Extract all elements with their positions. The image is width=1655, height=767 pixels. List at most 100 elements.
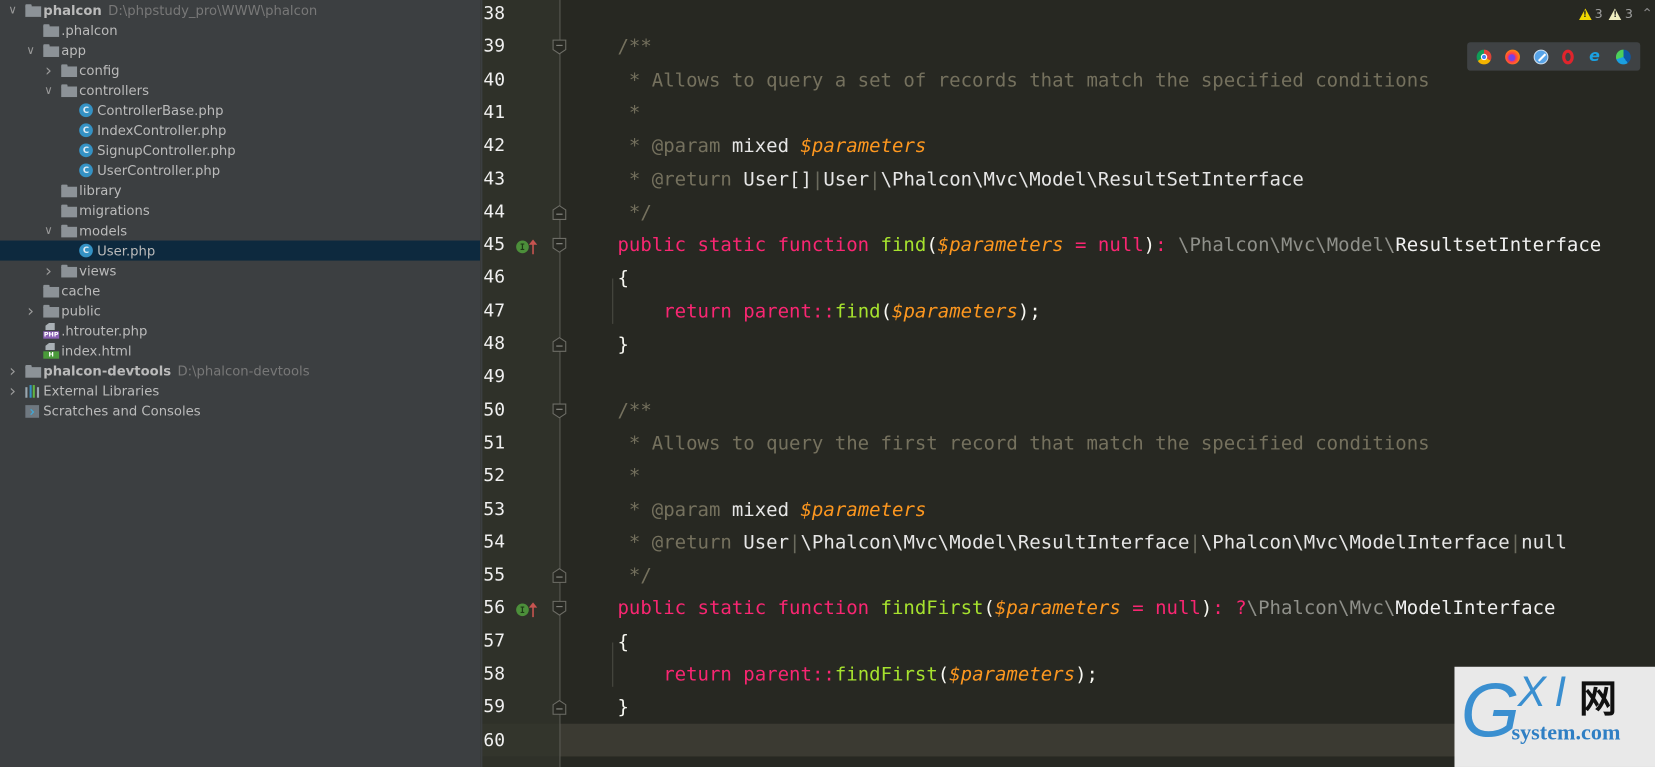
tree-item-label: public xyxy=(61,301,101,321)
safari-icon[interactable] xyxy=(1533,49,1549,64)
tree-item[interactable]: ∨ models xyxy=(0,220,480,240)
chevron-right-icon[interactable]: › xyxy=(6,361,19,381)
tree-item[interactable]: ∨ phalcon D:\phpstudy_pro\WWW\phalcon xyxy=(0,0,480,20)
fold-end-icon[interactable] xyxy=(552,700,567,716)
code-token: find xyxy=(880,234,927,257)
warnings-indicator[interactable]: 3 xyxy=(1578,6,1603,21)
tree-item[interactable]: Scratches and Consoles xyxy=(0,401,480,421)
tree-item[interactable]: ∨ controllers xyxy=(0,80,480,100)
ie-icon[interactable]: e xyxy=(1587,47,1602,64)
code-token: find xyxy=(834,300,881,323)
code-token: : xyxy=(1155,234,1179,257)
tree-item[interactable]: C IndexController.php xyxy=(0,120,480,140)
code-token: = xyxy=(1063,234,1098,257)
code-token: :: xyxy=(811,300,835,323)
tree-item[interactable]: › config xyxy=(0,60,480,80)
code-token: null xyxy=(1155,597,1201,620)
overrides-method-icon[interactable]: I xyxy=(515,602,538,618)
code-line: { xyxy=(617,625,628,658)
chevron-right-icon[interactable]: › xyxy=(42,60,55,80)
folder-icon xyxy=(25,4,42,17)
code-line: * @return User|\Phalcon\Mvc\Model\Result… xyxy=(617,526,1567,559)
fold-end-icon[interactable] xyxy=(552,204,567,220)
fold-end-icon[interactable] xyxy=(552,336,567,353)
chevron-down-icon[interactable]: ∨ xyxy=(6,0,19,20)
tree-item[interactable]: C User.php xyxy=(0,240,481,261)
chevron-right-icon[interactable]: › xyxy=(24,301,37,321)
watermark-logo: G XI 网 system.com xyxy=(1454,666,1655,767)
weak-warnings-indicator[interactable]: 3 xyxy=(1609,6,1633,21)
library-icon xyxy=(25,385,40,398)
warning-icon xyxy=(1578,7,1592,20)
tree-item[interactable]: ∨ app xyxy=(0,40,480,60)
folder-icon xyxy=(61,64,78,78)
folder-icon xyxy=(25,365,42,378)
fold-collapse-icon[interactable] xyxy=(552,403,567,419)
php-class-icon: C xyxy=(79,243,93,258)
code-editor[interactable]: 38 39 40 41 42 43 44 45 46 47 48 49 50 51 52 53 54 55 56 57… xyxy=(480,0,1655,767)
code-token: ) xyxy=(1200,597,1213,620)
tree-item[interactable]: › public xyxy=(0,301,480,321)
tree-item-name: UserController.php xyxy=(97,162,221,179)
fold-end-icon[interactable] xyxy=(552,568,567,584)
chevron-down-icon[interactable]: ∨ xyxy=(24,40,37,60)
code-token: \Phalcon\Mvc\Model\ResultSetInterface xyxy=(880,168,1304,191)
tree-item[interactable]: .phalcon xyxy=(0,20,480,40)
tree-item[interactable]: PHP .htrouter.php xyxy=(0,321,480,341)
tree-item[interactable]: C SignupController.php xyxy=(0,140,480,160)
folder-icon xyxy=(61,264,78,278)
chevron-up-icon[interactable]: ⌃ xyxy=(1641,6,1653,22)
folder-icon xyxy=(61,184,78,198)
tree-item-label: config xyxy=(79,60,119,80)
code-token: { xyxy=(617,267,629,290)
code-token: ( xyxy=(983,597,995,620)
tree-item-name: .htrouter.php xyxy=(61,322,148,339)
fold-guide-line xyxy=(559,0,561,767)
watermark-net: 网 xyxy=(1579,678,1618,722)
tree-item-label: library xyxy=(79,180,121,200)
chevron-right-icon[interactable]: › xyxy=(42,261,55,281)
tree-item[interactable]: library xyxy=(0,180,480,200)
code-line: */ xyxy=(617,196,652,229)
code-token: $parameters xyxy=(937,234,1064,257)
tree-item-name: Scratches and Consoles xyxy=(43,403,201,419)
fold-collapse-icon[interactable] xyxy=(552,237,567,253)
opera-icon[interactable] xyxy=(1562,49,1574,64)
code-token: * xyxy=(617,168,652,191)
line-number: 38 xyxy=(483,3,506,25)
indent-guide xyxy=(612,278,614,324)
code-token: \Phalcon\Mvc\ xyxy=(1246,597,1396,620)
tree-item[interactable]: migrations xyxy=(0,200,480,220)
code-line: * @return User[]|User|\Phalcon\Mvc\Model… xyxy=(617,163,1304,196)
tree-item-label: IndexController.php xyxy=(97,120,226,140)
overrides-method-icon[interactable]: I xyxy=(515,239,538,255)
tree-item[interactable]: C ControllerBase.php xyxy=(0,100,480,120)
code-line: * xyxy=(617,97,640,130)
folder-icon xyxy=(43,284,60,298)
chrome-icon[interactable] xyxy=(1477,49,1492,64)
edge-icon[interactable] xyxy=(1615,49,1631,64)
chevron-right-icon[interactable]: › xyxy=(6,381,19,401)
watermark-domain: system.com xyxy=(1511,719,1621,745)
tree-item[interactable]: › views xyxy=(0,261,480,281)
inspection-widget[interactable]: 3 3 ⌃ xyxy=(1578,4,1653,23)
tree-item[interactable]: › External Libraries xyxy=(0,381,480,401)
line-number: 50 xyxy=(483,399,506,421)
fold-collapse-icon[interactable] xyxy=(552,39,567,55)
code-token: ResultsetInterface xyxy=(1395,234,1602,257)
tree-item[interactable]: C UserController.php xyxy=(0,160,480,180)
chevron-down-icon[interactable]: ∨ xyxy=(42,220,55,240)
firefox-icon[interactable] xyxy=(1505,49,1521,64)
fold-collapse-icon[interactable] xyxy=(552,601,567,617)
tree-item[interactable]: cache xyxy=(0,281,480,301)
code-line: * Allows to query a set of records that … xyxy=(617,64,1430,97)
code-line: } xyxy=(617,691,628,724)
tree-item-label: phalcon-devtools D:\phalcon-devtools xyxy=(43,361,309,381)
line-number: 57 xyxy=(483,630,506,652)
line-number: 39 xyxy=(483,36,506,58)
code-token: } xyxy=(617,696,629,719)
tree-item[interactable]: › phalcon-devtools D:\phalcon-devtools xyxy=(0,361,480,381)
tree-item-name: migrations xyxy=(79,202,150,219)
tree-item[interactable]: Hindex.html xyxy=(0,341,480,361)
chevron-down-icon[interactable]: ∨ xyxy=(42,80,55,100)
